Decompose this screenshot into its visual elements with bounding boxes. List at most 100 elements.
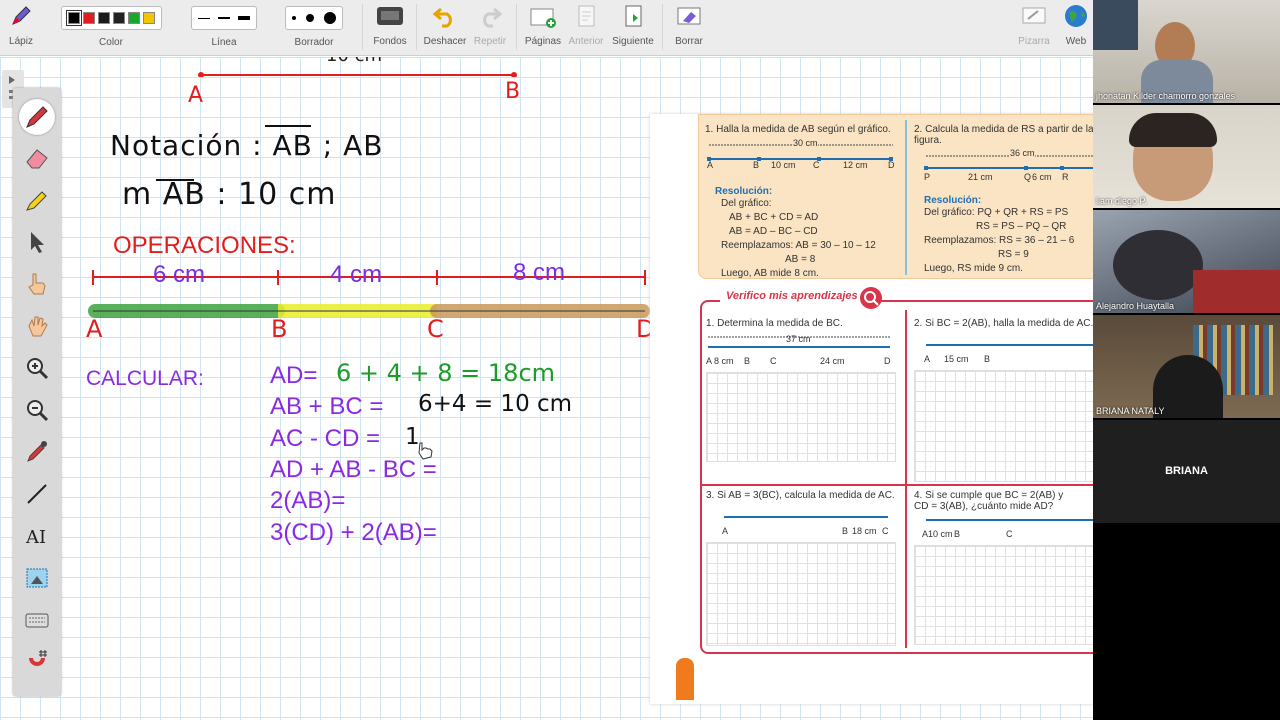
tool-keyboard[interactable] (19, 602, 55, 638)
whiteboard-button[interactable]: Pizarra (1014, 0, 1054, 56)
pencil-tool[interactable]: Lápiz (4, 0, 38, 56)
calc-line-4: AD + AB - BC = (270, 456, 437, 483)
tool-pointer[interactable] (19, 266, 55, 302)
eraser-large[interactable] (324, 12, 336, 24)
color-black[interactable] (65, 10, 82, 26)
tool-text[interactable]: AI (19, 518, 55, 554)
screen-capture-icon (26, 568, 48, 588)
whiteboard-canvas[interactable]: 10 cm A B Notación : AB ; AB m AB : 10 c… (0, 57, 1093, 720)
line-thick[interactable] (238, 16, 250, 20)
tool-select[interactable] (19, 224, 55, 260)
line-thin[interactable] (198, 17, 210, 19)
point-b-top: B (505, 79, 521, 104)
tool-magnet-grid[interactable] (19, 644, 55, 680)
segment-label-cd: 8 cm (513, 259, 566, 286)
q2-diagram (926, 344, 1093, 346)
previous-label: Anterior (568, 36, 604, 47)
svg-text:AI: AI (25, 527, 46, 548)
question-4-text: 4. Si se cumple que BC = 2(AB) y CD = 3(… (914, 490, 1064, 512)
color-dark-2[interactable] (112, 12, 125, 24)
q2-work-grid[interactable] (914, 370, 1093, 482)
participant-hair (1129, 113, 1217, 147)
participant-tile-4[interactable]: BRIANA NATALY (1093, 315, 1280, 418)
color-green[interactable] (127, 12, 140, 24)
q1-total: 37 cm (786, 334, 811, 344)
magnet-icon (29, 650, 47, 666)
line-label: Línea (211, 37, 237, 48)
participant-tile-3[interactable]: Alejandro Huaytalla (1093, 210, 1280, 313)
color-picker[interactable]: Color (50, 0, 172, 56)
arrow-cursor-icon (31, 232, 44, 253)
tool-highlighter[interactable] (19, 182, 55, 218)
ex1-label-b: B (753, 160, 760, 170)
q4-labels: A 10 cm B C (922, 529, 1093, 539)
point-b: B (271, 315, 288, 343)
tool-zoom-out[interactable] (19, 392, 55, 428)
eraser-medium[interactable] (306, 14, 314, 22)
text-icon: AI (25, 527, 46, 548)
erase-page-button[interactable]: Borrar (668, 0, 710, 56)
zoom-out-icon (27, 400, 49, 422)
line-icon (27, 484, 47, 504)
tool-zoom-in[interactable] (19, 350, 55, 386)
ex1-step: AB = AD – BC – CD (729, 226, 818, 237)
examples-divider (905, 120, 907, 275)
verify-divider-h (702, 484, 1093, 486)
participant-tile-2[interactable]: liam diego P. (1093, 105, 1280, 208)
line-medium[interactable] (218, 17, 230, 19)
eraser-size-picker[interactable]: Borrador (276, 0, 352, 56)
verify-divider-v (905, 310, 907, 648)
ex2-label-6: 6 cm (1032, 172, 1052, 182)
redo-button[interactable]: Repetir (470, 0, 510, 56)
tool-screenshot[interactable] (19, 560, 55, 596)
eyedropper-icon (27, 441, 47, 462)
q1-work-grid[interactable] (706, 372, 896, 462)
q3-diagram (724, 516, 888, 518)
undo-button[interactable]: Deshacer (422, 0, 468, 56)
participant-tile-5[interactable]: BRIANA (1093, 420, 1280, 523)
example-1-resolution-title: Resolución: (715, 186, 773, 197)
tool-color-picker[interactable] (19, 434, 55, 470)
next-page-button[interactable]: Siguiente (610, 0, 656, 56)
eraser-sizes (285, 6, 343, 30)
ex2-label-q: Q (1024, 172, 1032, 182)
tool-pen[interactable] (19, 99, 55, 135)
web-label: Web (1065, 36, 1087, 47)
participant-head-blur (1113, 230, 1203, 300)
ex1-label-12: 12 cm (843, 160, 868, 170)
q4-work-grid[interactable] (914, 545, 1093, 645)
tool-line[interactable] (19, 476, 55, 512)
eraser-small[interactable] (292, 16, 296, 20)
toolbar: Lápiz Color Línea Borrador Fondos Deshac… (0, 0, 1093, 56)
example-1-total: 30 cm (793, 138, 818, 148)
eraser-label: Borrador (294, 37, 334, 48)
erase-page-icon (675, 0, 703, 32)
color-yellow[interactable] (142, 12, 155, 24)
calc-line-6: 3(CD) + 2(AB)= (270, 519, 437, 546)
top-segment-length: 10 cm (326, 57, 382, 66)
color-red[interactable] (82, 12, 95, 24)
tool-eraser[interactable] (19, 140, 55, 176)
q3-work-grid[interactable] (706, 542, 896, 646)
example-1-labels: A B 10 cm C 12 cm D (707, 160, 897, 170)
undo-icon (432, 0, 458, 32)
ex2-step: Del gráfico: PQ + QR + RS = PS (924, 207, 1069, 218)
calc-line-5: 2(AB)= (270, 487, 346, 514)
ex2-step: Luego, RS mide 9 cm. (924, 263, 1023, 274)
web-button[interactable]: Web (1060, 0, 1092, 56)
participant-tile-1[interactable]: jhonatan Kilder chamorro gonzales (1093, 0, 1280, 103)
ex1-step: Reemplazamos: AB = 30 – 10 – 12 (721, 240, 876, 251)
previous-page-icon (574, 0, 598, 32)
color-dark[interactable] (97, 12, 110, 24)
magnifier-icon (860, 287, 882, 309)
calc-line-3: AC - CD = (270, 425, 381, 452)
q2-labels: A 15 cm B (924, 354, 1093, 364)
pages-button[interactable]: Páginas (522, 0, 564, 56)
previous-page-button[interactable]: Anterior (566, 0, 606, 56)
tool-pan[interactable] (19, 308, 55, 344)
hand-cursor-icon (418, 442, 433, 460)
backgrounds-button[interactable]: Fondos (370, 0, 410, 56)
calc-line-1: AD= (270, 362, 318, 389)
line-width-picker[interactable]: Línea (186, 0, 262, 56)
participant-name-centered: BRIANA (1165, 465, 1208, 477)
